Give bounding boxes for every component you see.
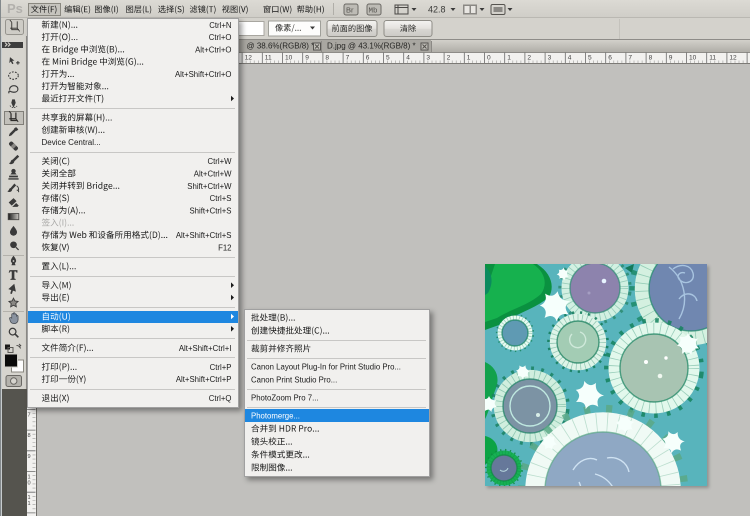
svg-text:Alt+Ctrl+O: Alt+Ctrl+O	[195, 45, 231, 54]
svg-text:Shift+Ctrl+W: Shift+Ctrl+W	[187, 182, 232, 191]
svg-text:Ctrl+P: Ctrl+P	[210, 363, 232, 372]
svg-text:Photomerge...: Photomerge...	[251, 412, 300, 421]
svg-text:Canon Print Studio Pro...: Canon Print Studio Pro...	[251, 376, 337, 385]
svg-text:Ctrl+S: Ctrl+S	[210, 194, 232, 203]
svg-text:Ctrl+O: Ctrl+O	[209, 33, 232, 42]
svg-text:Alt+Ctrl+W: Alt+Ctrl+W	[194, 170, 232, 179]
svg-text:Ctrl+N: Ctrl+N	[209, 21, 231, 30]
svg-text:PhotoZoom Pro 7...: PhotoZoom Pro 7...	[251, 394, 319, 403]
svg-text:Alt+Shift+Ctrl+S: Alt+Shift+Ctrl+S	[176, 231, 232, 240]
svg-text:Ctrl+Q: Ctrl+Q	[209, 394, 232, 403]
svg-text:Ctrl+W: Ctrl+W	[207, 157, 232, 166]
svg-text:F12: F12	[218, 243, 231, 252]
svg-text:Alt+Shift+Ctrl+P: Alt+Shift+Ctrl+P	[176, 375, 232, 384]
svg-text:Shift+Ctrl+S: Shift+Ctrl+S	[189, 206, 231, 215]
svg-text:Canon Layout Plug-In for Print: Canon Layout Plug-In for Print Studio Pr…	[251, 363, 401, 372]
svg-text:Device Central...: Device Central...	[42, 138, 101, 147]
svg-text:Alt+Shift+Ctrl+I: Alt+Shift+Ctrl+I	[179, 344, 232, 353]
svg-text:Alt+Shift+Ctrl+O: Alt+Shift+Ctrl+O	[175, 70, 232, 79]
